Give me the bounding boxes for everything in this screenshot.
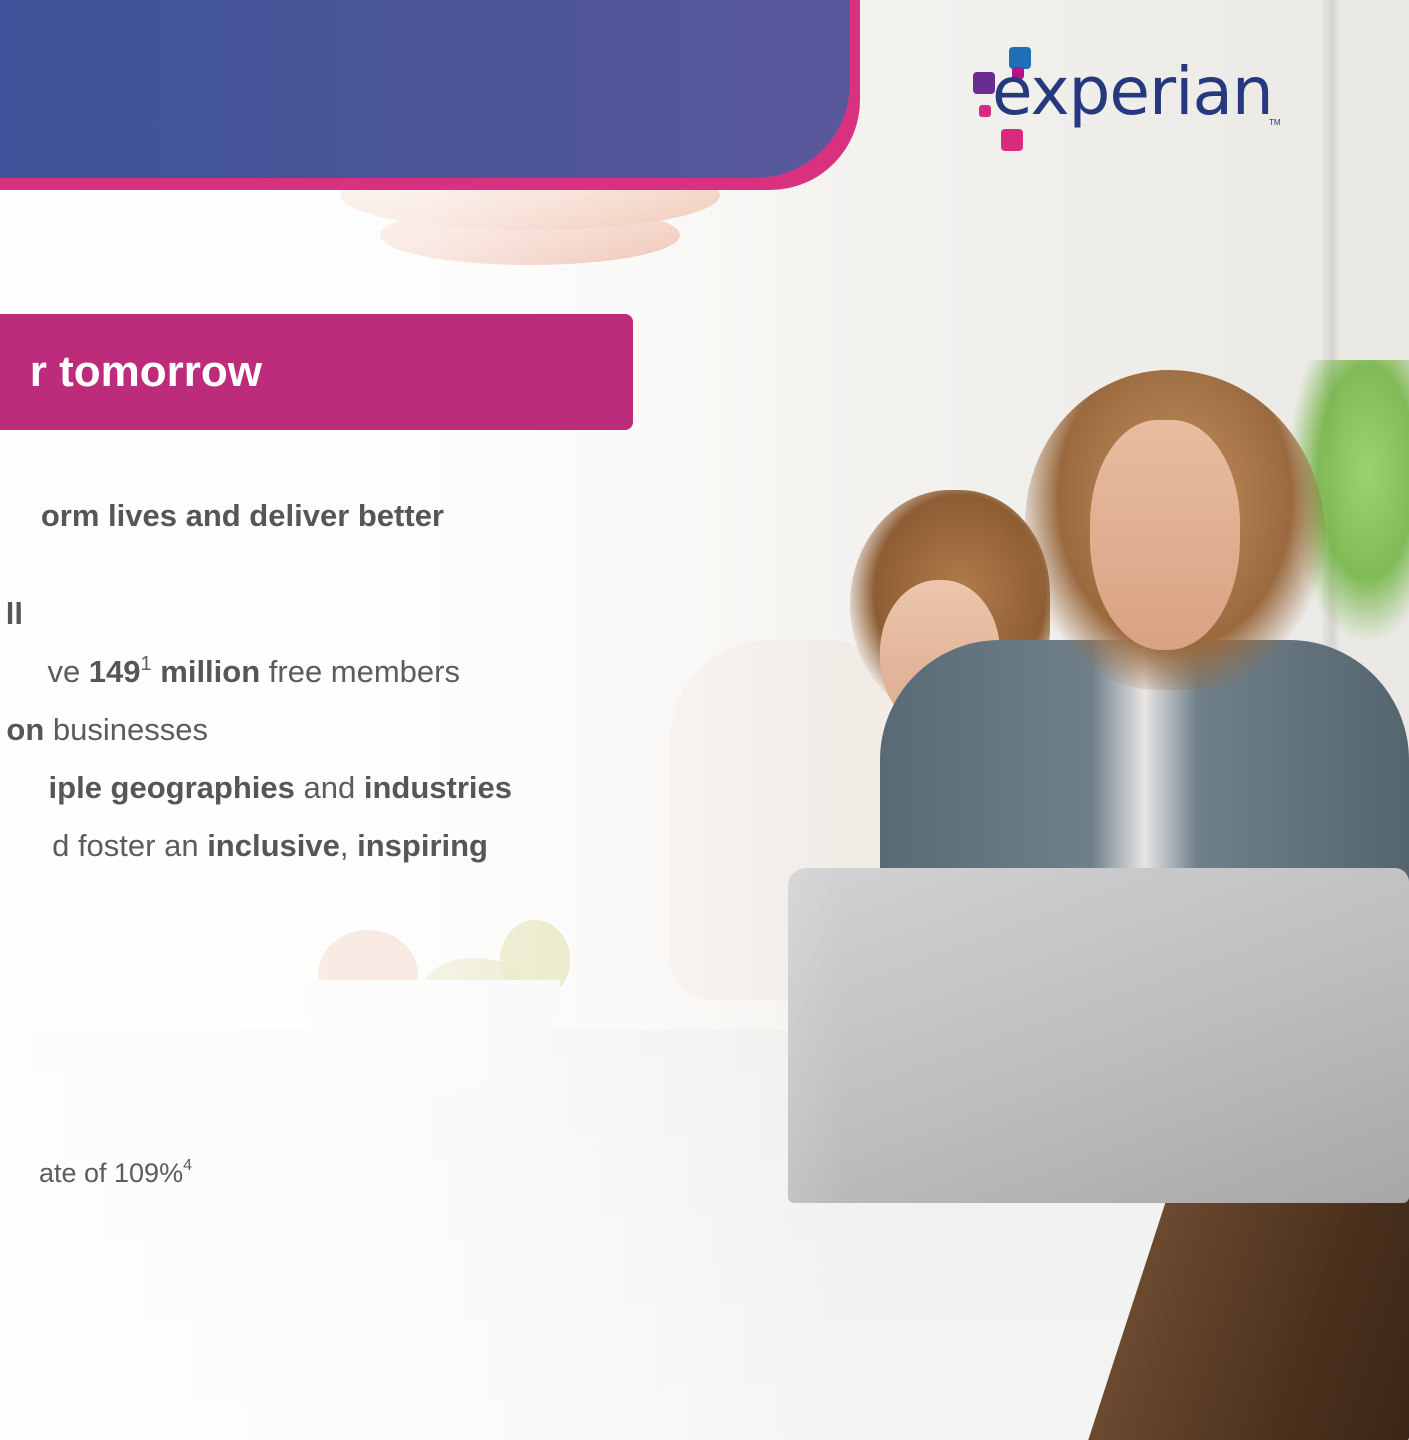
text-segment: d foster an bbox=[52, 828, 208, 863]
text-segment: orm lives and deliver better bbox=[40, 498, 444, 533]
body-line-4: on businesses bbox=[6, 714, 208, 745]
background-photo bbox=[0, 0, 1409, 1440]
logo-trademark: TM bbox=[1269, 118, 1281, 127]
text-segment: and bbox=[294, 770, 364, 805]
text-segment: 149 bbox=[88, 654, 141, 689]
body-line-1: orm lives and deliver better bbox=[41, 500, 444, 531]
text-segment: inspiring bbox=[357, 828, 488, 863]
body-line-2: ll bbox=[6, 598, 23, 629]
text-segment: , bbox=[339, 828, 358, 863]
text-segment: inclusive bbox=[207, 828, 340, 863]
text-segment: 4 bbox=[183, 1157, 192, 1174]
text-segment: free members bbox=[260, 654, 460, 689]
experian-logo: experian TM bbox=[973, 47, 1283, 157]
white-overlay bbox=[0, 0, 1409, 1440]
text-segment: 1 bbox=[140, 653, 152, 675]
logo-square-pink bbox=[1001, 129, 1023, 151]
body-line-7: ate of 109%4 bbox=[38, 1157, 192, 1188]
text-segment: businesses bbox=[44, 712, 208, 747]
logo-wordmark: experian bbox=[992, 53, 1274, 130]
text-segment: ate of 109% bbox=[38, 1158, 184, 1188]
text-segment: industries bbox=[363, 770, 512, 805]
body-line-5: iple geographies and industries bbox=[49, 772, 512, 803]
body-line-3: ve 1491 million free members bbox=[47, 653, 460, 689]
text-segment: million bbox=[151, 654, 261, 689]
logo-square-pink-small bbox=[979, 105, 991, 117]
text-segment: on bbox=[6, 712, 45, 747]
heading-bar: r tomorrow bbox=[0, 314, 633, 430]
text-segment: iple geographies bbox=[48, 770, 295, 805]
text-segment: ll bbox=[5, 596, 23, 631]
text-segment: ve bbox=[47, 654, 89, 689]
slide-heading: r tomorrow bbox=[29, 347, 262, 396]
top-banner bbox=[0, 0, 850, 178]
body-line-6: d foster an inclusive, inspiring bbox=[52, 830, 488, 861]
